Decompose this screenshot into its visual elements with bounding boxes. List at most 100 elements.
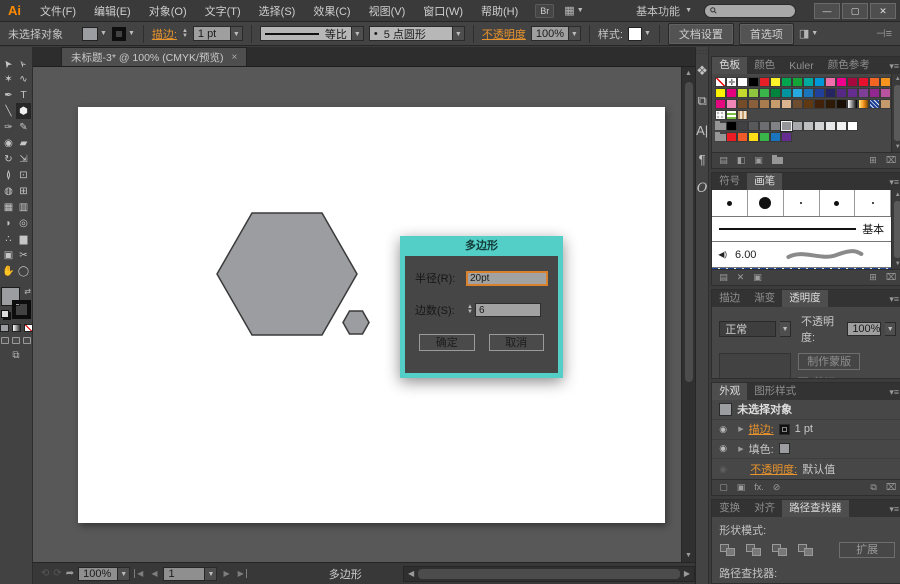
- scroll-up-icon[interactable]: ▲: [685, 67, 692, 80]
- color-mode-button[interactable]: [0, 324, 9, 332]
- swatch[interactable]: [726, 99, 738, 109]
- appearance-stroke-row[interactable]: ◉ ▶ 描边: 1 pt: [712, 420, 900, 440]
- scrollbar-thumb[interactable]: [684, 82, 693, 382]
- eyedropper-tool[interactable]: ◗: [1, 215, 16, 231]
- transparency-panel-menu-icon[interactable]: ▾≡: [885, 292, 900, 307]
- swatch[interactable]: [814, 99, 826, 109]
- preferences-button[interactable]: 首选项: [738, 22, 794, 45]
- make-mask-button[interactable]: 制作蒙版: [798, 353, 861, 370]
- calligraphic-brush[interactable]: [819, 190, 856, 216]
- opacity-value-field[interactable]: 100%: [847, 322, 882, 336]
- free-transform-tool[interactable]: ⊡: [16, 167, 31, 183]
- swatches-panel-menu-icon[interactable]: ▾≡: [885, 59, 900, 74]
- swatch[interactable]: [748, 99, 760, 109]
- stroke-color-dropdown[interactable]: ▼: [111, 26, 135, 41]
- clear-appearance-icon[interactable]: ⊘: [773, 482, 781, 493]
- color-group-folder-icon[interactable]: [715, 121, 727, 131]
- calligraphic-brush[interactable]: [747, 190, 784, 216]
- fill-color-swatch[interactable]: [778, 443, 790, 455]
- new-stroke-icon[interactable]: ▢: [719, 482, 728, 493]
- swatch[interactable]: [770, 99, 782, 109]
- new-effect-icon[interactable]: fx.: [754, 482, 764, 492]
- selection-tool[interactable]: ➤: [1, 55, 16, 71]
- new-fill-icon[interactable]: ▣: [737, 482, 746, 493]
- brushes-tab-画笔[interactable]: 画笔: [747, 173, 783, 190]
- none-mode-button[interactable]: [23, 324, 33, 332]
- scroll-right-icon[interactable]: ▶: [680, 569, 694, 578]
- opacity-link[interactable]: 不透明度:: [750, 461, 797, 477]
- swatch[interactable]: [781, 88, 793, 98]
- color-group-folder-icon[interactable]: [715, 132, 727, 142]
- shape-tool[interactable]: ⬢: [16, 103, 31, 119]
- menu-item-效果[interactable]: 效果(C): [304, 4, 359, 20]
- menu-item-文件[interactable]: 文件(F): [31, 4, 85, 20]
- swatch[interactable]: [880, 99, 892, 109]
- appearance-opacity-row[interactable]: ◉ 不透明度: 默认值: [712, 459, 900, 479]
- swatch[interactable]: [737, 88, 749, 98]
- swatch[interactable]: [814, 88, 826, 98]
- opentype-icon[interactable]: O: [697, 181, 708, 196]
- workspace-switcher[interactable]: 基本功能 ▼: [636, 3, 702, 19]
- swatch[interactable]: [803, 99, 815, 109]
- stroke-weight-dropdown[interactable]: 1 pt ▼: [192, 26, 243, 41]
- ok-button[interactable]: 确定: [419, 334, 475, 351]
- swatch[interactable]: [737, 77, 749, 87]
- new-brush-icon[interactable]: ⊞: [869, 272, 877, 283]
- pattern-swatch[interactable]: [726, 110, 738, 120]
- swatches-tab-Kuler[interactable]: Kuler: [782, 58, 821, 74]
- duplicate-item-icon[interactable]: ⧉: [870, 482, 876, 493]
- appearance-tab-图形样式[interactable]: 图形样式: [747, 383, 803, 400]
- swatch[interactable]: [781, 77, 793, 87]
- swatch[interactable]: [737, 99, 749, 109]
- delete-item-icon[interactable]: ⌧: [886, 482, 896, 493]
- gradient-mode-button[interactable]: [11, 324, 21, 332]
- menu-item-视图[interactable]: 视图(V): [360, 4, 415, 20]
- screen-mode-button[interactable]: ⧉: [12, 350, 19, 361]
- delete-swatch-icon[interactable]: ⌧: [886, 155, 896, 166]
- transparency-tab-渐变[interactable]: 渐变: [747, 290, 782, 307]
- magic-wand-tool[interactable]: ✶: [1, 71, 16, 87]
- selected-swatch[interactable]: [780, 120, 794, 132]
- swatch[interactable]: [737, 121, 749, 131]
- next-artboard-icon[interactable]: ▶: [221, 569, 231, 578]
- arrange-documents-button[interactable]: ▦ ▼: [564, 4, 583, 17]
- symbol-sprayer-tool[interactable]: ∴: [1, 231, 16, 247]
- swatch[interactable]: [836, 121, 848, 131]
- scrollbar-thumb[interactable]: [418, 568, 680, 579]
- stroke-color-well[interactable]: [12, 300, 31, 319]
- slice-tool[interactable]: ✂: [16, 247, 31, 263]
- swatches-tab-颜色[interactable]: 颜色: [747, 57, 782, 74]
- pattern-swatch[interactable]: [737, 110, 749, 120]
- art-brush[interactable]: ◀) 6.00: [712, 242, 892, 268]
- menu-item-编辑[interactable]: 编辑(E): [85, 4, 140, 20]
- scroll-left-icon[interactable]: ◀: [404, 569, 418, 578]
- swatch[interactable]: [759, 132, 771, 142]
- sides-stepper[interactable]: ▲ ▼: [467, 304, 473, 315]
- selected-object-options-icon[interactable]: ▣: [753, 272, 762, 283]
- style-dropdown[interactable]: ▼: [627, 26, 651, 41]
- maximize-button[interactable]: ▢: [842, 2, 868, 19]
- swatch[interactable]: [770, 77, 782, 87]
- visibility-eye-icon[interactable]: ◉: [719, 443, 733, 454]
- pattern-swatch[interactable]: [869, 99, 881, 109]
- swatch[interactable]: [726, 121, 738, 131]
- artboards-icon[interactable]: ⧉: [697, 93, 706, 109]
- none-swatch[interactable]: [715, 77, 727, 87]
- line-segment-tool[interactable]: ╲: [1, 103, 16, 119]
- basic-brush[interactable]: 基本: [712, 217, 892, 242]
- character-icon[interactable]: A|: [696, 123, 708, 138]
- last-artboard-icon[interactable]: ▶: [236, 569, 247, 578]
- artboard-number-dropdown[interactable]: 1 ▼: [163, 566, 218, 581]
- swatch[interactable]: [858, 77, 870, 87]
- swatch[interactable]: [869, 88, 881, 98]
- document-tab[interactable]: 未标题-3* @ 100% (CMYK/预览) ×: [61, 47, 248, 66]
- swatch[interactable]: [880, 77, 892, 87]
- swatch[interactable]: [880, 88, 892, 98]
- lasso-tool[interactable]: ∿: [16, 71, 31, 87]
- swatch[interactable]: [803, 88, 815, 98]
- swatch[interactable]: [803, 121, 815, 131]
- width-tool[interactable]: ≬: [1, 167, 16, 183]
- brush-definition-dropdown[interactable]: • 5 点圆形 ▼: [368, 26, 465, 41]
- exclude-icon[interactable]: [798, 543, 814, 557]
- swatch[interactable]: [759, 88, 771, 98]
